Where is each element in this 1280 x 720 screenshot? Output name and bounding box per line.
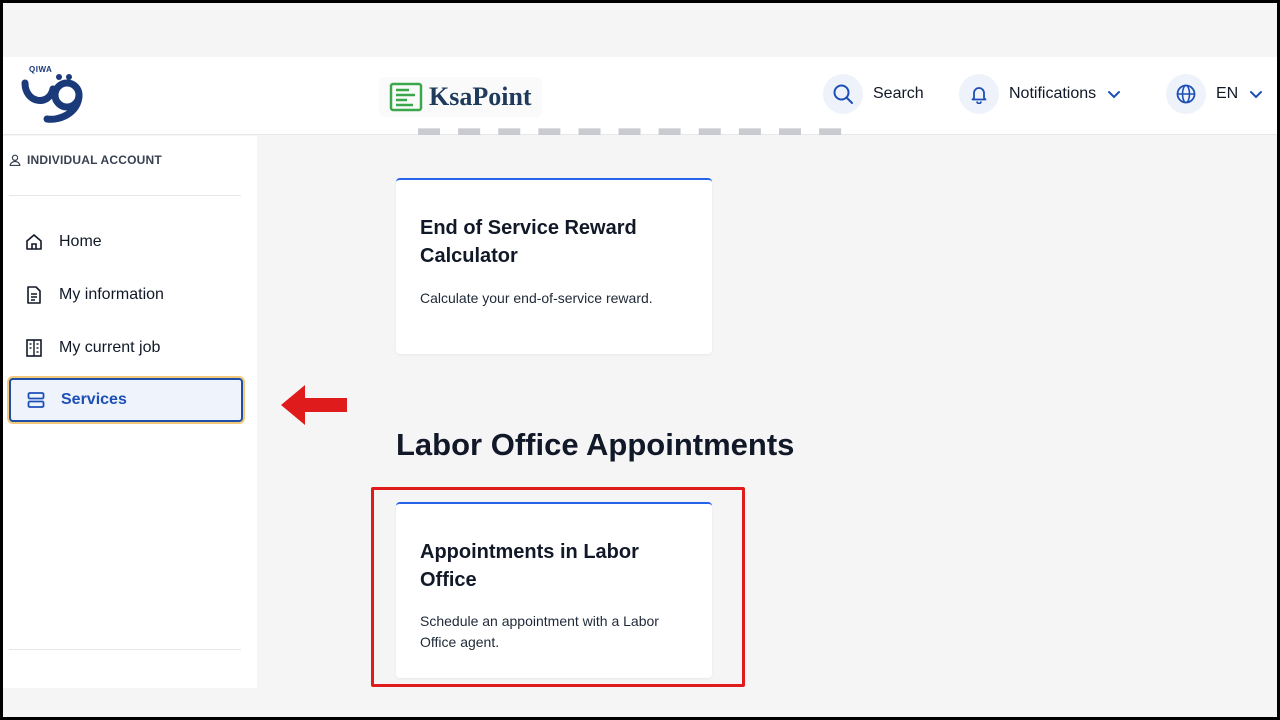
qiwa-logo-icon bbox=[21, 74, 83, 123]
sidebar-item-my-information[interactable]: My information bbox=[9, 273, 243, 317]
sidebar-item-my-current-job[interactable]: My current job bbox=[9, 326, 243, 370]
section-title: Labor Office Appointments bbox=[396, 427, 795, 462]
search-label: Search bbox=[873, 85, 924, 102]
red-highlight-box bbox=[371, 487, 745, 687]
card-title-line: Calculator bbox=[420, 245, 518, 267]
ksapoint-brand: KsaPoint bbox=[379, 77, 542, 117]
account-label: INDIVIDUAL ACCOUNT bbox=[27, 153, 162, 167]
search-button[interactable]: Search bbox=[823, 74, 924, 114]
account-type: INDIVIDUAL ACCOUNT bbox=[9, 153, 162, 167]
card-title-line: End of Service Reward bbox=[420, 217, 637, 239]
sidebar: INDIVIDUAL ACCOUNT Home My information M… bbox=[3, 136, 257, 688]
search-icon bbox=[823, 74, 863, 114]
sidebar-item-label: Services bbox=[61, 391, 127, 408]
sidebar-item-label: Home bbox=[59, 233, 102, 250]
notifications-label: Notifications bbox=[1009, 85, 1097, 102]
sidebar-item-services[interactable]: Services bbox=[9, 378, 243, 422]
divider bbox=[9, 649, 241, 650]
service-card-end-of-service[interactable]: End of Service Reward Calculator Calcula… bbox=[396, 178, 712, 354]
card-title: End of Service Reward Calculator bbox=[420, 214, 637, 270]
chevron-down-icon bbox=[1250, 91, 1263, 99]
faded-section-title: ▬ ▬ ▬ ▬ ▬ ▬ ▬ ▬ ▬ ▬ ▬ bbox=[418, 115, 848, 135]
ksapoint-logo-icon bbox=[389, 82, 423, 112]
sidebar-item-label: My current job bbox=[59, 339, 161, 356]
notifications-button[interactable]: Notifications bbox=[959, 74, 1122, 114]
sidebar-item-home[interactable]: Home bbox=[9, 220, 243, 264]
globe-icon bbox=[1166, 74, 1206, 114]
language-label: EN bbox=[1216, 85, 1239, 102]
language-selector[interactable]: EN bbox=[1166, 74, 1264, 114]
chevron-down-icon bbox=[1108, 91, 1121, 99]
qiwa-logo[interactable]: QIWA bbox=[19, 63, 93, 125]
user-icon bbox=[9, 154, 21, 166]
brand-name: KsaPoint bbox=[429, 82, 532, 111]
bottom-band bbox=[3, 688, 1277, 717]
home-icon bbox=[23, 231, 45, 253]
building-icon bbox=[23, 337, 45, 359]
services-icon bbox=[25, 389, 47, 411]
red-arrow-icon bbox=[281, 385, 347, 425]
card-description: Calculate your end-of-service reward. bbox=[420, 290, 653, 306]
document-icon bbox=[23, 284, 45, 306]
bell-icon bbox=[959, 74, 999, 114]
sidebar-item-label: My information bbox=[59, 286, 164, 303]
screenshot-frame: QIWA KsaPoint Search Notifications EN IN… bbox=[0, 0, 1280, 720]
divider bbox=[9, 195, 241, 196]
top-band bbox=[3, 3, 1277, 57]
